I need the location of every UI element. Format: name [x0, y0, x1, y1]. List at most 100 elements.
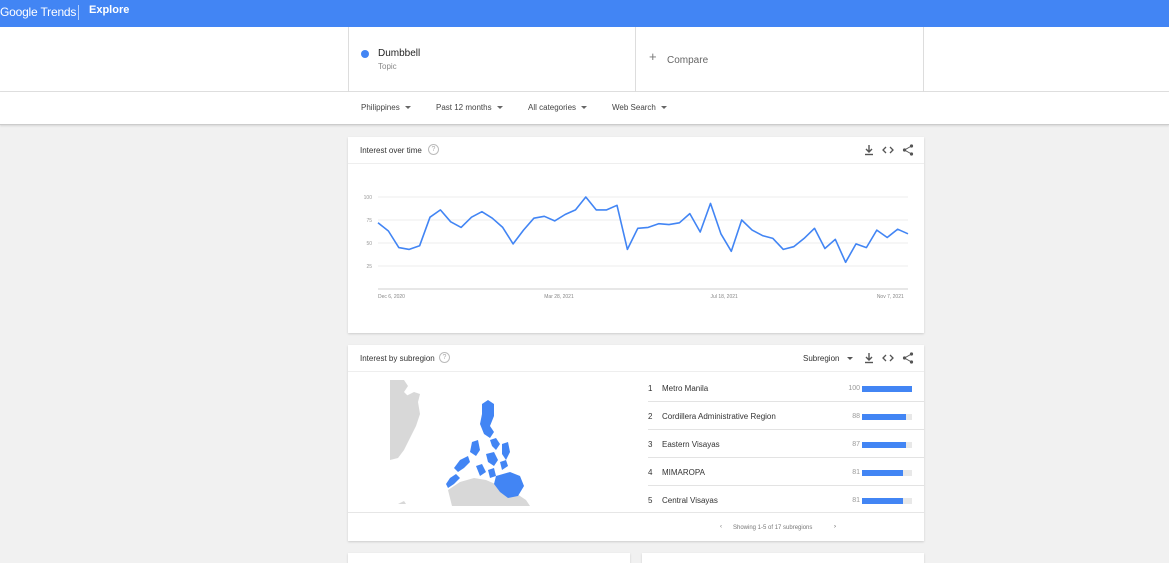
data-point[interactable]	[615, 203, 619, 207]
data-point[interactable]	[428, 215, 432, 219]
data-point[interactable]	[625, 247, 629, 251]
search-terms-bar: Dumbbell Topic + Compare	[0, 27, 1169, 92]
interest-bar-fill	[862, 498, 903, 504]
resolution-dropdown[interactable]: Subregion	[803, 354, 854, 363]
data-point[interactable]	[459, 225, 463, 229]
data-point[interactable]	[397, 246, 401, 250]
data-point[interactable]	[885, 235, 889, 239]
data-point[interactable]	[542, 214, 546, 218]
divider	[348, 512, 924, 513]
data-point[interactable]	[449, 220, 453, 224]
top-app-bar: Google Trends Explore	[0, 0, 1169, 27]
data-point[interactable]	[906, 232, 910, 236]
share-icon[interactable]	[901, 142, 915, 158]
data-point[interactable]	[761, 234, 765, 238]
x-tick-label: Nov 7, 2021	[877, 294, 904, 300]
data-point[interactable]	[386, 229, 390, 233]
pagination-next-icon[interactable]: ›	[834, 524, 836, 530]
y-tick-label: 25	[366, 264, 372, 270]
list-item[interactable]: 4 MIMAROPA 81	[648, 458, 924, 486]
data-point[interactable]	[636, 226, 640, 230]
filter-time-range[interactable]: Past 12 months	[436, 103, 503, 112]
data-point[interactable]	[563, 212, 567, 216]
y-tick-label: 100	[364, 195, 373, 201]
data-point[interactable]	[844, 260, 848, 264]
embed-icon[interactable]	[881, 350, 895, 366]
filter-search-type[interactable]: Web Search	[612, 103, 667, 112]
data-point[interactable]	[511, 242, 515, 246]
subregion-name: Eastern Visayas	[662, 440, 720, 449]
share-icon[interactable]	[901, 350, 915, 366]
data-point[interactable]	[407, 247, 411, 251]
data-point[interactable]	[854, 242, 858, 246]
data-point[interactable]	[646, 225, 650, 229]
data-point[interactable]	[864, 246, 868, 250]
term-type: Topic	[378, 62, 397, 71]
data-point[interactable]	[584, 195, 588, 199]
data-point[interactable]	[802, 236, 806, 240]
list-item[interactable]: 5 Central Visayas 81	[648, 486, 924, 514]
pagination-prev-icon[interactable]: ‹	[720, 524, 722, 530]
filter-location[interactable]: Philippines	[361, 103, 411, 112]
philippines-map[interactable]	[390, 380, 540, 506]
series-line[interactable]	[377, 196, 909, 264]
data-point[interactable]	[376, 221, 380, 225]
interest-over-time-chart: 100 75 50 25 Dec 6, 2020 Mar 28, 2021 Jul 18, …	[364, 195, 910, 300]
interest-bar	[862, 386, 912, 392]
filter-category[interactable]: All categories	[528, 103, 588, 112]
data-point[interactable]	[771, 236, 775, 240]
data-point[interactable]	[750, 228, 754, 232]
interest-value: 81	[852, 469, 860, 476]
data-point[interactable]	[719, 232, 723, 236]
data-point[interactable]	[470, 215, 474, 219]
list-item[interactable]: 2 Cordillera Administrative Region 88	[648, 402, 924, 430]
data-point[interactable]	[490, 216, 494, 220]
interest-bar-fill	[862, 414, 906, 420]
data-point[interactable]	[875, 228, 879, 232]
data-point[interactable]	[553, 219, 557, 223]
data-point[interactable]	[740, 218, 744, 222]
y-tick-label: 75	[366, 218, 372, 224]
data-point[interactable]	[812, 226, 816, 230]
x-tick-label: Dec 6, 2020	[378, 294, 405, 300]
help-icon[interactable]: ?	[439, 352, 450, 363]
data-point[interactable]	[438, 208, 442, 212]
data-point[interactable]	[532, 216, 536, 220]
embed-icon[interactable]	[881, 142, 895, 158]
data-point[interactable]	[573, 208, 577, 212]
list-item[interactable]: 3 Eastern Visayas 87	[648, 430, 924, 458]
interest-value: 87	[852, 441, 860, 448]
interest-value: 100	[848, 385, 860, 392]
search-term-card[interactable]: Dumbbell Topic	[348, 27, 636, 92]
data-point[interactable]	[501, 225, 505, 229]
card-title: Interest over time	[360, 146, 422, 155]
help-icon[interactable]: ?	[428, 144, 439, 155]
data-point[interactable]	[781, 247, 785, 251]
list-item[interactable]: 1 Metro Manila 100	[648, 374, 924, 402]
data-point[interactable]	[792, 245, 796, 249]
data-point[interactable]	[709, 201, 713, 205]
subregion-name: Central Visayas	[662, 496, 718, 505]
data-point[interactable]	[657, 222, 661, 226]
interest-bar	[862, 442, 912, 448]
download-icon[interactable]	[862, 350, 876, 366]
data-point[interactable]	[823, 247, 827, 251]
data-point[interactable]	[896, 227, 900, 231]
data-point[interactable]	[688, 212, 692, 216]
data-point[interactable]	[605, 208, 609, 212]
data-point[interactable]	[418, 244, 422, 248]
data-point[interactable]	[729, 249, 733, 253]
interest-value: 81	[852, 497, 860, 504]
data-point[interactable]	[480, 210, 484, 214]
data-point[interactable]	[833, 237, 837, 241]
data-point[interactable]	[521, 228, 525, 232]
header-divider	[78, 5, 79, 20]
data-point[interactable]	[667, 223, 671, 227]
term-name: Dumbbell	[378, 48, 421, 59]
google-trends-logo[interactable]: Google Trends	[0, 5, 76, 19]
download-icon[interactable]	[862, 142, 876, 158]
compare-button[interactable]: + Compare	[636, 27, 924, 92]
data-point[interactable]	[698, 230, 702, 234]
data-point[interactable]	[594, 208, 598, 212]
data-point[interactable]	[677, 221, 681, 225]
